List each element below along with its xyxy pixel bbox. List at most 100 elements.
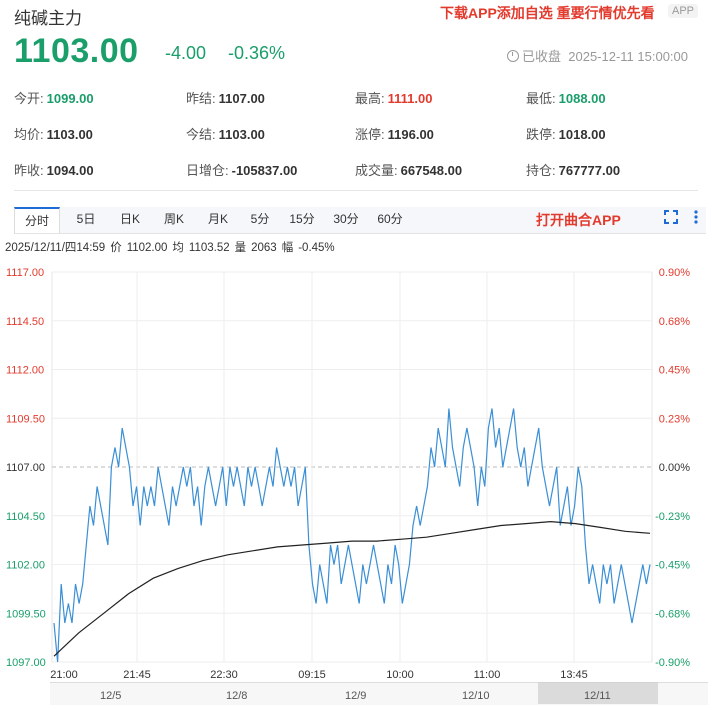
nav-date-label: 12/5 xyxy=(100,690,122,702)
crosshair-info: 2025/12/11/四14:59 价 1102.00 均 1103.52 量 2063 幅 -… xyxy=(5,239,340,255)
stat-label: 今结: xyxy=(186,127,216,142)
y-tick-label: 1109.50 xyxy=(6,413,45,425)
x-tick-label: 21:00 xyxy=(50,669,78,681)
pct-tick-label: 0.45% xyxy=(659,365,690,377)
tab-2[interactable]: 日K xyxy=(114,207,146,231)
stat-value: 1103.00 xyxy=(218,127,265,142)
clock-icon xyxy=(507,50,519,62)
price-change: -4.00 xyxy=(165,43,207,63)
stat-value: 1103.00 xyxy=(46,127,93,142)
stat-value: 1099.00 xyxy=(46,91,94,106)
x-tick-label: 22:30 xyxy=(210,669,238,681)
pct-tick-label: 0.90% xyxy=(659,267,690,279)
stat-label: 日增仓: xyxy=(186,163,229,178)
nav-date-label: 12/8 xyxy=(226,690,248,702)
stat-item: 今结: 1103.00 xyxy=(186,124,265,143)
y-tick-label: 1102.00 xyxy=(6,560,45,572)
tab-1[interactable]: 5日 xyxy=(70,207,102,231)
plot-frame xyxy=(51,271,653,663)
x-tick-label: 21:45 xyxy=(123,669,151,681)
tab-8[interactable]: 60分 xyxy=(374,207,406,231)
fullscreen-icon[interactable] xyxy=(664,210,678,224)
y-tick-label: 1097.00 xyxy=(6,657,46,669)
y-tick-label: 1117.00 xyxy=(6,267,44,279)
nav-date-label: 12/9 xyxy=(345,690,367,702)
y-tick-label: 1104.50 xyxy=(6,511,45,523)
stat-item: 最高: 1111.00 xyxy=(355,88,432,107)
stat-item: 持仓: 767777.00 xyxy=(526,160,620,179)
stat-label: 持仓: xyxy=(526,163,556,178)
tab-4[interactable]: 月K xyxy=(202,207,234,231)
stat-label: 昨收: xyxy=(14,163,44,178)
avg-series-line xyxy=(53,520,651,657)
info-avg-label: 均 xyxy=(172,242,184,254)
stat-item: 跌停: 1018.00 xyxy=(526,124,606,143)
y-tick-label: 1112.00 xyxy=(6,365,44,377)
open-app-button[interactable]: 打开曲合APP xyxy=(536,210,621,230)
y-tick-label: 1114.50 xyxy=(6,316,44,328)
pct-tick-label: -0.90% xyxy=(655,657,690,669)
info-avg: 1103.52 xyxy=(188,242,230,254)
stat-value: 1094.00 xyxy=(46,163,94,178)
stat-value: 1018.00 xyxy=(558,127,606,142)
tab-5[interactable]: 5分 xyxy=(246,207,274,231)
x-tick-label: 11:00 xyxy=(474,669,501,681)
pct-tick-label: -0.23% xyxy=(655,511,690,523)
info-price: 1102.00 xyxy=(126,242,168,254)
pct-tick-label: 0.23% xyxy=(659,413,690,425)
stat-value: 1111.00 xyxy=(387,91,433,106)
stat-item: 昨收: 1094.00 xyxy=(14,160,94,179)
stat-label: 跌停: xyxy=(526,127,556,142)
status-text: 已收盘 xyxy=(522,49,562,64)
tab-7[interactable]: 30分 xyxy=(330,207,362,231)
stat-value: -105837.00 xyxy=(231,163,298,178)
tab-0[interactable]: 分时 xyxy=(14,207,60,233)
stat-label: 最高: xyxy=(355,91,385,106)
nav-date-label: 12/10 xyxy=(462,690,490,702)
price-series-line xyxy=(53,408,651,663)
promo-link[interactable]: 下载APP添加自选 重要行情优先看 xyxy=(440,3,655,23)
intraday-chart[interactable]: 1117.00 0.90% 1114.50 0.68% 1112.00 0.45% 1109… xyxy=(0,262,720,682)
more-icon[interactable] xyxy=(693,209,699,225)
stat-item: 涨停: 1196.00 xyxy=(355,124,434,143)
page-title: 纯碱主力 xyxy=(14,9,82,28)
divider xyxy=(14,190,698,191)
info-vol: 2063 xyxy=(251,242,277,254)
stat-label: 今开: xyxy=(14,91,44,106)
info-vol-label: 量 xyxy=(234,242,247,254)
stat-label: 昨结: xyxy=(186,91,216,106)
stat-item: 均价: 1103.00 xyxy=(14,124,93,143)
status-datetime: 2025-12-11 15:00:00 xyxy=(568,49,688,64)
x-tick-label: 09:15 xyxy=(298,669,326,681)
info-datetime: 2025/12/11/四14:59 xyxy=(5,242,106,254)
stat-value: 1088.00 xyxy=(558,91,606,106)
stat-item: 最低: 1088.00 xyxy=(526,88,606,107)
info-amp-label: 幅 xyxy=(281,242,294,254)
pct-tick-label: -0.68% xyxy=(655,608,690,620)
stat-value: 1196.00 xyxy=(387,127,434,142)
stats-row: 今开: 1099.00 昨结: 1107.00 最高: 1111.00 最低: 1088.00 xyxy=(14,88,698,108)
y-tick-label: 1107.00 xyxy=(6,462,45,474)
stat-item: 今开: 1099.00 xyxy=(14,88,94,107)
stat-label: 均价: xyxy=(14,127,44,142)
x-tick-label: 13:45 xyxy=(560,669,588,681)
nav-date-label: 12/11 xyxy=(584,690,611,702)
pct-tick-label: -0.45% xyxy=(655,560,690,572)
info-price-label: 价 xyxy=(110,242,122,254)
stat-item: 成交量: 667548.00 xyxy=(355,160,462,179)
stat-value: 1107.00 xyxy=(218,91,265,106)
tab-3[interactable]: 周K xyxy=(158,207,190,231)
stats-row: 均价: 1103.00 今结: 1103.00 涨停: 1196.00 跌停: 1018.00 xyxy=(14,124,698,144)
stat-value: 767777.00 xyxy=(558,163,621,178)
y-tick-label: 1099.50 xyxy=(6,608,46,620)
app-badge[interactable]: APP xyxy=(668,4,699,18)
tab-6[interactable]: 15分 xyxy=(286,207,318,231)
stat-label: 成交量: xyxy=(355,163,398,178)
market-status: 已收盘 2025-12-11 15:00:00 xyxy=(507,46,688,65)
stat-value: 667548.00 xyxy=(400,163,463,178)
stat-item: 日增仓: -105837.00 xyxy=(186,160,297,179)
stats-row: 昨收: 1094.00 日增仓: -105837.00 成交量: 667548.00 持仓:… xyxy=(14,160,698,180)
stat-item: 昨结: 1107.00 xyxy=(186,88,265,107)
price-change-pct: -0.36% xyxy=(228,43,286,63)
pct-tick-label: 0.68% xyxy=(659,316,690,328)
